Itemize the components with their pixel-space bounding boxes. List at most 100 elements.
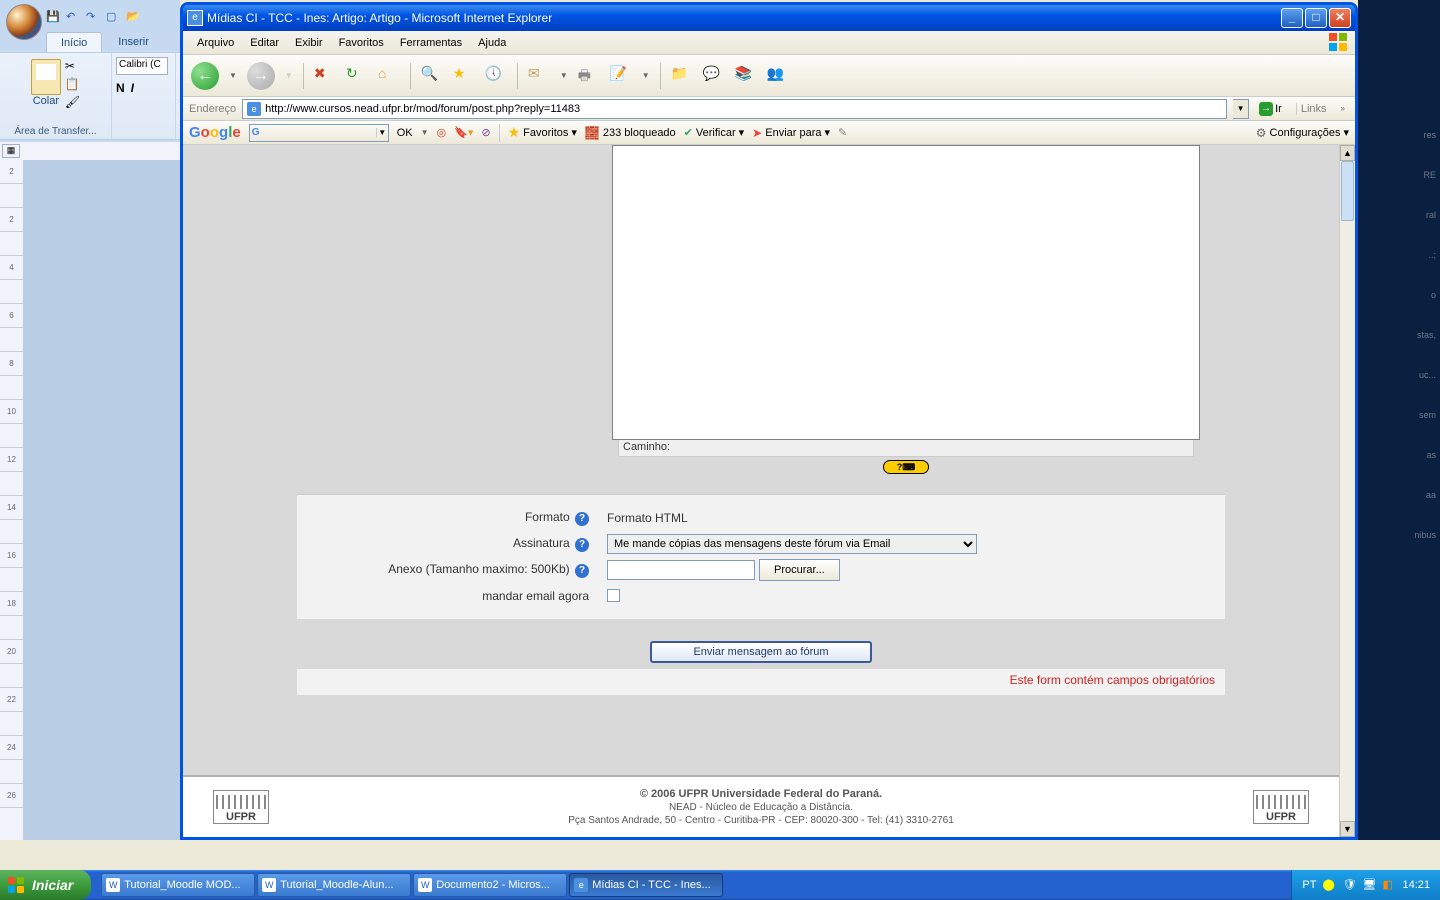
stop-button[interactable]: ✖ xyxy=(314,65,336,87)
edit-icon[interactable]: 📝 xyxy=(610,65,632,87)
messenger-icon[interactable]: 👥 xyxy=(767,65,789,87)
home-button[interactable]: ⌂ xyxy=(378,65,400,87)
google-blocked[interactable]: 🧱233 bloqueado xyxy=(585,126,676,140)
forward-button[interactable]: → xyxy=(247,62,275,90)
mail-icon[interactable]: ✉ xyxy=(528,65,550,87)
taskbar-item-2[interactable]: WTutorial_Moodle-Alun... xyxy=(257,873,411,897)
minimize-button[interactable]: _ xyxy=(1281,8,1303,28)
help-icon[interactable]: ? xyxy=(575,538,589,552)
taskbar-item-4[interactable]: eMídias CI - TCC - Ines... xyxy=(569,873,723,897)
back-dropdown[interactable]: ▼ xyxy=(229,71,237,80)
new-icon[interactable]: ▢ xyxy=(106,10,120,24)
tab-inicio[interactable]: Início xyxy=(46,32,102,53)
scroll-down-button[interactable]: ▼ xyxy=(1340,821,1355,837)
folder-icon[interactable]: 📁 xyxy=(671,65,693,87)
browse-button[interactable]: Procurar... xyxy=(759,559,840,581)
menu-ferramentas[interactable]: Ferramentas xyxy=(392,34,470,52)
tray-network-icon[interactable]: 🛡 xyxy=(1342,878,1356,892)
format-painter-icon[interactable]: 🖌 xyxy=(65,95,80,109)
menu-editar[interactable]: Editar xyxy=(242,34,287,52)
ruler-toggle-icon[interactable]: ▦ xyxy=(2,144,20,158)
menu-exibir[interactable]: Exibir xyxy=(287,34,331,52)
scroll-thumb[interactable] xyxy=(1341,161,1354,221)
submit-row: Enviar mensagem ao fórum xyxy=(297,619,1225,669)
google-ok-button[interactable]: OK xyxy=(397,127,413,139)
google-logo[interactable]: Google xyxy=(189,124,241,141)
research-icon[interactable]: 📚 xyxy=(735,65,757,87)
start-button[interactable]: Iniciar xyxy=(0,870,91,900)
refresh-button[interactable]: ↻ xyxy=(346,65,368,87)
cut-icon[interactable]: ✂ xyxy=(65,59,80,73)
discuss-icon[interactable]: 💬 xyxy=(703,65,725,87)
forward-dropdown[interactable]: ▼ xyxy=(285,71,293,80)
font-family-input[interactable]: Calibri (C xyxy=(116,57,168,75)
menu-ajuda[interactable]: Ajuda xyxy=(470,34,514,52)
tray-volume-icon[interactable]: 🖥 xyxy=(1362,878,1376,892)
office-button[interactable] xyxy=(6,4,42,40)
bold-button[interactable]: N xyxy=(116,81,125,95)
google-enviar[interactable]: ➤Enviar para▾ xyxy=(752,126,830,140)
links-label[interactable]: Links xyxy=(1296,103,1331,115)
help-icon[interactable]: ? xyxy=(575,564,589,578)
keyboard-badge-icon[interactable]: ?⌨ xyxy=(883,460,929,474)
maximize-button[interactable]: □ xyxy=(1305,8,1327,28)
background-obscured-panel: resREral..;ostas,uc...semasaanibus xyxy=(1358,0,1440,840)
scroll-up-button[interactable]: ▲ xyxy=(1340,145,1355,161)
assinatura-label: Assinatura ? xyxy=(297,536,597,552)
tray-shield-icon[interactable]: ⬤ xyxy=(1322,878,1336,892)
taskbar-item-3[interactable]: WDocumento2 - Micros... xyxy=(413,873,567,897)
clock[interactable]: 14:21 xyxy=(1402,879,1430,891)
google-verificar[interactable]: ✔Verificar▾ xyxy=(684,126,745,139)
ie-toolbar: ← ▼ → ▼ ✖ ↻ ⌂ 🔍 ★ 🕔 ✉ ▼ 🖶 📝 ▼ 📁 💬 📚 👥 xyxy=(183,55,1355,97)
italic-button[interactable]: I xyxy=(131,81,134,95)
undo-icon[interactable]: ↶ xyxy=(66,10,80,24)
save-icon[interactable]: 💾 xyxy=(46,10,60,24)
word-document-area xyxy=(24,160,180,840)
assinatura-select[interactable]: Me mande cópias das mensagens deste fóru… xyxy=(607,534,977,554)
print-icon[interactable]: 🖶 xyxy=(578,65,600,87)
go-button[interactable]: → Ir xyxy=(1255,99,1286,119)
language-indicator[interactable]: PT xyxy=(1302,879,1316,891)
word-doc-icon: W xyxy=(106,878,120,892)
send-email-checkbox[interactable] xyxy=(607,589,620,602)
menu-arquivo[interactable]: Arquivo xyxy=(189,34,242,52)
google-target-icon[interactable]: ◎ xyxy=(437,126,447,139)
paste-icon[interactable] xyxy=(31,59,61,95)
address-input[interactable]: e http://www.cursos.nead.ufpr.br/mod/for… xyxy=(242,99,1227,119)
submit-button[interactable]: Enviar mensagem ao fórum xyxy=(650,641,872,663)
word-ribbon: Colar ✂ 📋 🖌 Área de Transfer... Calibri … xyxy=(0,52,180,140)
open-icon[interactable]: 📂 xyxy=(126,10,140,24)
word-quick-access-toolbar: 💾 ↶ ↷ ▢ 📂 xyxy=(46,10,140,24)
google-block-icon[interactable]: ⊘ xyxy=(481,126,490,139)
taskbar-item-1[interactable]: WTutorial_Moodle MOD... xyxy=(101,873,255,897)
google-search-input[interactable]: G ▼ xyxy=(249,124,389,142)
redo-icon[interactable]: ↷ xyxy=(86,10,100,24)
file-path-input[interactable] xyxy=(607,560,755,580)
links-chevron-icon[interactable]: » xyxy=(1337,104,1349,113)
google-bookmarks-icon[interactable]: 🔖▾ xyxy=(454,126,473,139)
word-doc-icon: W xyxy=(262,878,276,892)
menu-favoritos[interactable]: Favoritos xyxy=(331,34,392,52)
tray-misc-icon[interactable]: ◧ xyxy=(1382,878,1396,892)
google-config[interactable]: ⚙Configurações▾ xyxy=(1256,126,1349,140)
word-ribbon-tabs: Início Inserir xyxy=(46,32,163,53)
history-icon[interactable]: 🕔 xyxy=(485,65,507,87)
address-dropdown[interactable]: ▼ xyxy=(1233,99,1249,119)
formato-value: Formato HTML xyxy=(597,511,688,525)
windows-taskbar: Iniciar WTutorial_Moodle MOD... WTutoria… xyxy=(0,870,1440,900)
tab-inserir[interactable]: Inserir xyxy=(104,32,163,53)
search-icon[interactable]: 🔍 xyxy=(421,65,443,87)
close-button[interactable]: ✕ xyxy=(1329,8,1351,28)
help-icon[interactable]: ? xyxy=(575,512,589,526)
word-ruler-vertical: 22 46 810 1214 1618 2022 2426 xyxy=(0,160,24,840)
copy-icon[interactable]: 📋 xyxy=(65,77,80,91)
google-toolbar: Google G ▼ OK ▼ ◎ 🔖▾ ⊘ ★Favoritos▾ 🧱233 … xyxy=(183,121,1355,145)
google-highlight-icon[interactable]: ✎ xyxy=(838,126,847,139)
message-editor[interactable] xyxy=(612,145,1200,440)
search-dropdown-icon[interactable]: ▼ xyxy=(376,128,388,137)
favorites-icon[interactable]: ★ xyxy=(453,65,475,87)
back-button[interactable]: ← xyxy=(191,62,219,90)
ie-scrollbar[interactable]: ▲ ▼ xyxy=(1339,145,1355,837)
google-favoritos[interactable]: ★Favoritos▾ xyxy=(508,124,577,141)
anexo-label: Anexo (Tamanho maximo: 500Kb) ? xyxy=(297,562,597,578)
